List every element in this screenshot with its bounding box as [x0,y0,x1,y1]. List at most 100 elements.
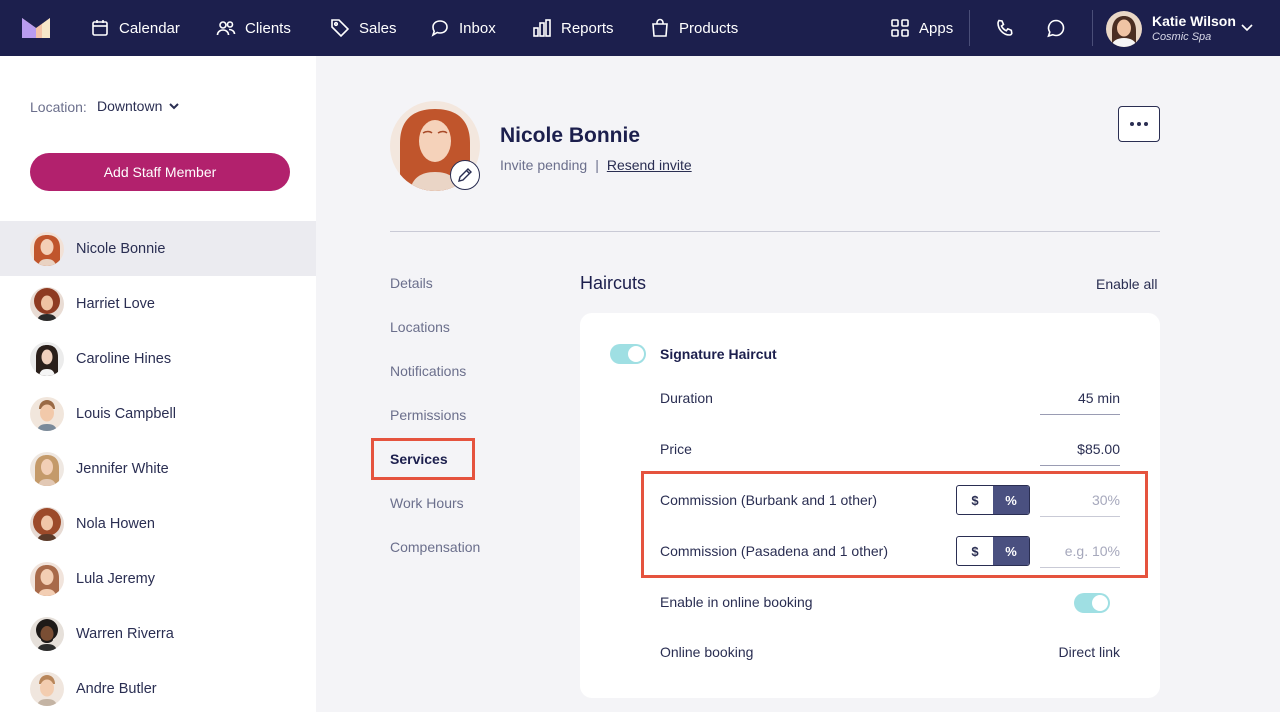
chevron-down-icon [169,103,180,110]
commission-highlight-box [641,471,1148,578]
user-business: Cosmic Spa [1152,31,1212,43]
nav-reports-label: Reports [561,19,614,37]
ellipsis-icon [1137,122,1141,126]
nav-sales[interactable]: Sales [330,0,397,56]
shopping-bag-icon [652,18,668,37]
calendar-icon [92,20,108,36]
staff-item[interactable]: Andre Butler [0,661,316,712]
staff-name: Nicole Bonnie [76,240,166,257]
avatar [30,561,64,596]
service-title: Signature Haircut [660,346,777,362]
invite-status-line: Invite pending | Resend invite [500,157,692,173]
staff-item[interactable]: Nicole Bonnie [0,221,316,276]
avatar [30,341,64,376]
price-label: Price [660,441,692,457]
enable-all-link[interactable]: Enable all [1096,276,1158,292]
section-title: Haircuts [580,273,647,293]
more-options-button[interactable] [1118,106,1160,142]
nav-inbox[interactable]: Inbox [430,0,496,56]
avatar [30,286,64,321]
nav-reports[interactable]: Reports [532,0,614,56]
phone-button[interactable] [995,0,1015,56]
subnav-locations[interactable]: Locations [390,319,450,335]
staff-item[interactable]: Louis Campbell [0,386,316,441]
location-value: Downtown [97,98,163,114]
staff-item[interactable]: Jennifer White [0,441,316,496]
staff-item[interactable]: Nola Howen [0,496,316,551]
staff-item[interactable]: Lula Jeremy [0,551,316,606]
booking-link-label: Online booking [660,644,754,660]
staff-item[interactable]: Caroline Hines [0,331,316,386]
duration-label: Duration [660,390,713,406]
price-field[interactable]: $85.00 [1040,441,1120,466]
online-booking-label: Enable in online booking [660,594,813,610]
pencil-icon [458,168,472,182]
edit-photo-button[interactable] [450,160,480,190]
staff-name: Jennifer White [76,460,169,477]
location-label: Location: [30,99,87,115]
top-navigation: Calendar Clients Sales Inbox Reports Pro… [0,0,1280,56]
services-highlight-box [371,438,475,480]
avatar [30,616,64,651]
nav-divider [969,10,970,46]
nav-apps-label: Apps [919,19,954,37]
staff-list: Nicole Bonnie Harriet Love Caroline Hine… [0,221,316,712]
subnav-compensation[interactable]: Compensation [390,539,480,555]
resend-invite-link[interactable]: Resend invite [607,157,692,173]
tag-icon [331,19,350,38]
chevron-down-icon[interactable] [1240,20,1254,34]
staff-item[interactable]: Warren Riverra [0,606,316,661]
duration-field[interactable]: 45 min [1040,390,1120,415]
nav-apps[interactable]: Apps [890,0,953,56]
user-name[interactable]: Katie Wilson [1152,13,1236,29]
staff-name: Louis Campbell [76,405,176,422]
users-icon [216,21,236,36]
message-icon [1047,19,1065,38]
nav-inbox-label: Inbox [459,19,496,37]
avatar [30,451,64,486]
nav-clients[interactable]: Clients [216,0,291,56]
subnav-notifications[interactable]: Notifications [390,363,466,379]
subnav-work-hours[interactable]: Work Hours [390,495,464,511]
staff-name: Nola Howen [76,515,155,532]
nav-products[interactable]: Products [650,0,738,56]
chat-icon [431,20,448,37]
nav-divider [1092,10,1093,46]
staff-item[interactable]: Harriet Love [0,276,316,331]
profile-name: Nicole Bonnie [500,124,641,147]
service-card: Signature Haircut Duration 45 min Price … [580,313,1160,698]
bar-chart-icon [533,19,551,37]
invite-status: Invite pending [500,157,588,173]
brand-logo[interactable] [22,16,50,38]
staff-name: Andre Butler [76,680,157,697]
staff-detail-panel: Nicole Bonnie Invite pending | Resend in… [316,56,1280,712]
staff-name: Harriet Love [76,295,155,312]
service-enabled-toggle[interactable] [610,344,646,364]
staff-name: Warren Riverra [76,625,174,642]
add-staff-member-button[interactable]: Add Staff Member [30,153,290,191]
staff-name: Caroline Hines [76,350,172,367]
avatar [30,671,64,706]
staff-name: Lula Jeremy [76,570,155,587]
avatar [30,506,64,541]
subnav-details[interactable]: Details [390,275,433,291]
grid-icon [891,19,909,37]
online-booking-toggle[interactable] [1074,593,1110,613]
ellipsis-icon [1144,122,1148,126]
messages-button[interactable] [1046,0,1066,56]
avatar [30,396,64,431]
user-avatar[interactable] [1106,11,1142,47]
staff-sidebar: Location: Downtown Add Staff Member Nico… [0,56,316,712]
separator: | [595,157,599,173]
ellipsis-icon [1130,122,1134,126]
nav-sales-label: Sales [359,19,397,37]
subnav-permissions[interactable]: Permissions [390,407,466,423]
nav-calendar[interactable]: Calendar [90,0,180,56]
phone-icon [997,19,1013,36]
avatar [30,231,64,266]
direct-link[interactable]: Direct link [1059,644,1120,660]
location-dropdown[interactable]: Downtown [97,98,180,114]
divider [390,231,1160,232]
nav-clients-label: Clients [245,19,291,37]
nav-calendar-label: Calendar [119,19,180,37]
